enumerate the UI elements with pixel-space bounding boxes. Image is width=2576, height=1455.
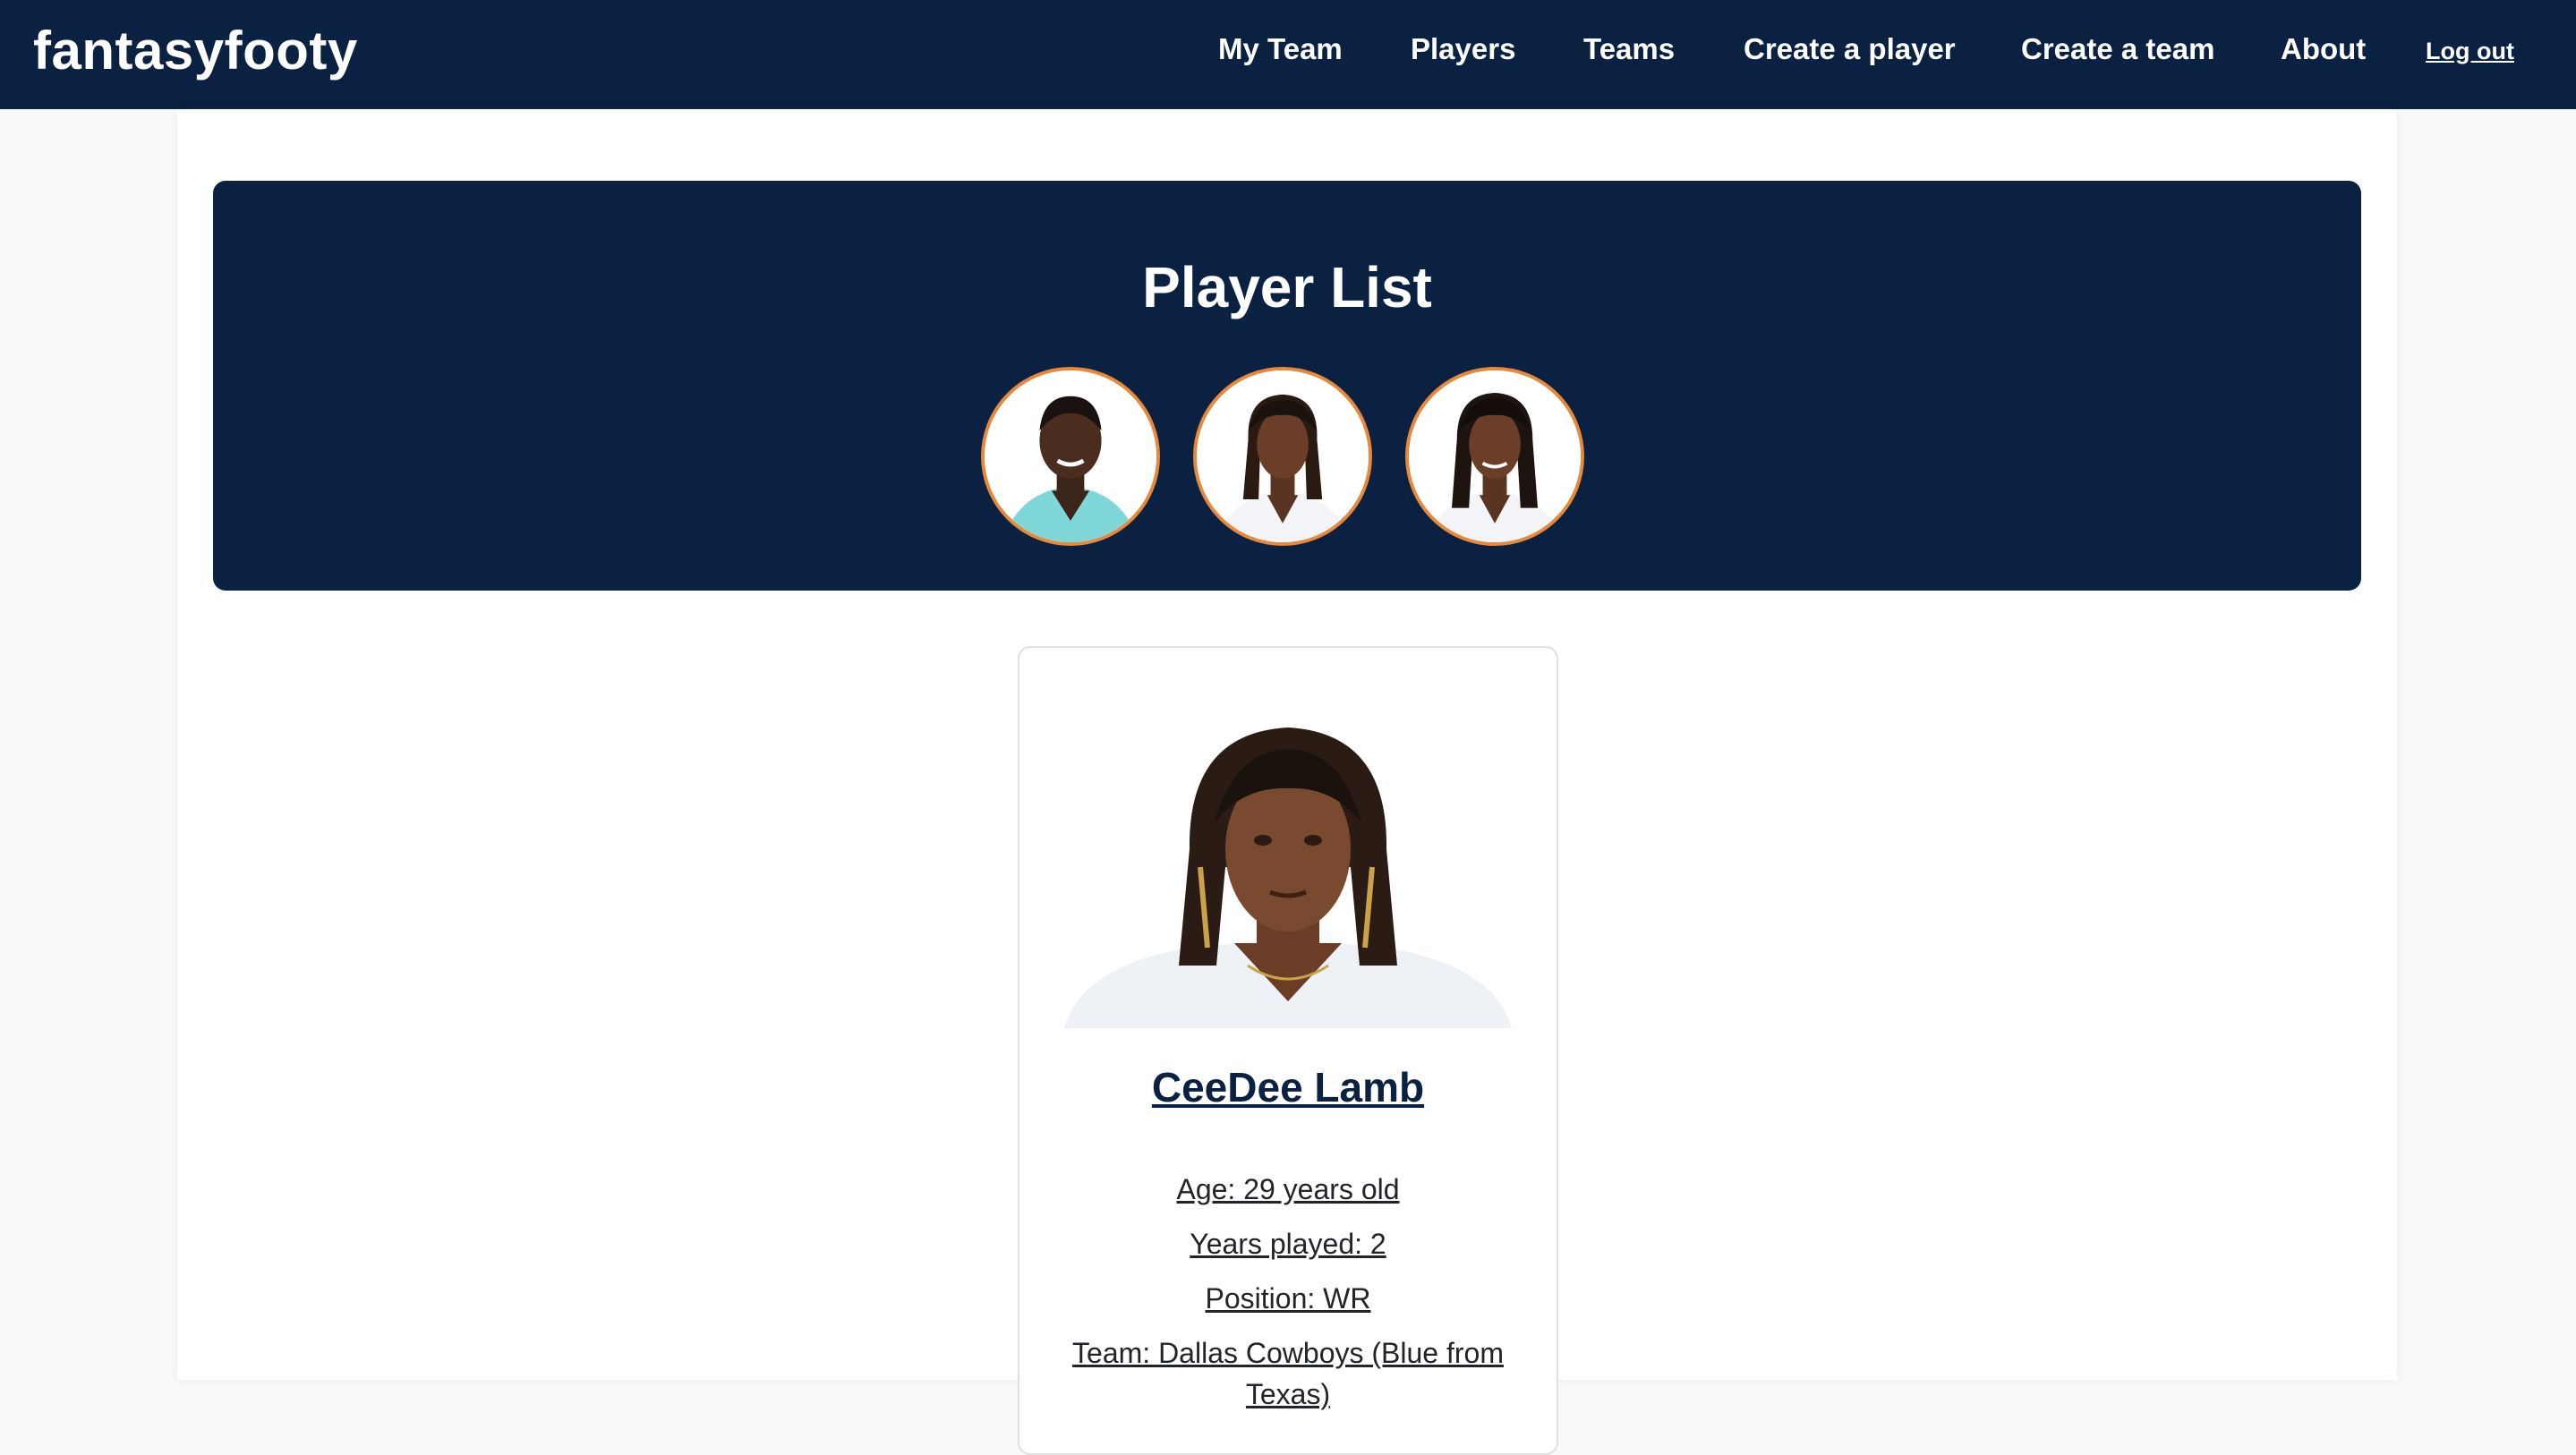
nav-create-team[interactable]: Create a team [2021,32,2214,66]
logout-link[interactable]: Log out [2426,38,2514,65]
player-avatar-3[interactable] [1405,367,1584,546]
player-photo-icon [1197,370,1369,542]
player-name-link[interactable]: CeeDee Lamb [1019,1063,1557,1111]
top-navbar: fantasyfooty My Team Players Teams Creat… [0,0,2576,109]
player-list-banner: Player List [213,181,2361,591]
nav-my-team[interactable]: My Team [1218,32,1343,66]
player-headshot-icon [1064,697,1512,1028]
player-photo-icon [1409,370,1581,542]
brand-logo[interactable]: fantasyfooty [33,20,358,81]
player-years-played[interactable]: Years played: 2 [1019,1223,1557,1264]
player-card: CeeDee Lamb Age: 29 years old Years play… [1018,646,1558,1455]
player-avatar-1[interactable] [981,367,1160,546]
main-content: Player List CeeDee Lamb Age: 29 years ol… [177,109,2397,1455]
nav-teams[interactable]: Teams [1583,32,1675,66]
nav-create-player[interactable]: Create a player [1744,32,1956,66]
player-photo-icon [985,370,1156,542]
player-team[interactable]: Team: Dallas Cowboys (Blue from [1019,1332,1557,1374]
player-age[interactable]: Age: 29 years old [1019,1169,1557,1210]
player-avatar-2[interactable] [1193,367,1372,546]
player-photo [1064,697,1512,1028]
player-position[interactable]: Position: WR [1019,1278,1557,1319]
page-title: Player List [1142,255,1432,319]
nav-about[interactable]: About [2281,32,2366,66]
nav-players[interactable]: Players [1411,32,1515,66]
